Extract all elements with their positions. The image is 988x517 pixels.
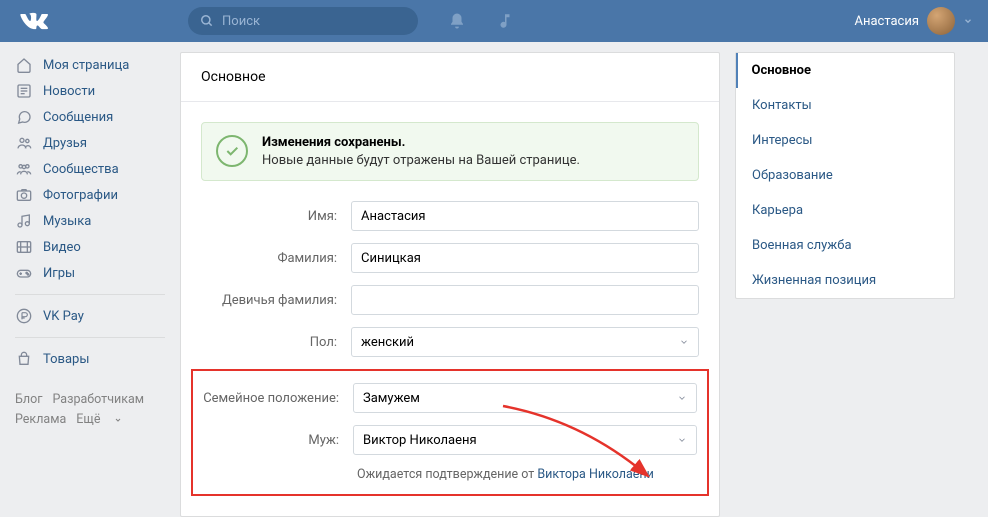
chevron-down-icon xyxy=(963,16,973,26)
label-maiden-name: Девичья фамилия: xyxy=(201,293,351,308)
alert-text: Новые данные будут отражены на Вашей стр… xyxy=(262,153,580,168)
tab-contacts[interactable]: Контакты xyxy=(736,88,954,123)
success-alert: Изменения сохранены. Новые данные будут … xyxy=(201,122,699,181)
pending-confirmation: Ожидается подтверждение от Виктора Никол… xyxy=(193,467,697,482)
input-maiden-name[interactable] xyxy=(351,285,699,315)
select-spouse[interactable]: Виктор Николаеня xyxy=(353,425,697,455)
footer-ads[interactable]: Реклама xyxy=(15,412,66,427)
label-gender: Пол: xyxy=(201,335,351,350)
tab-education[interactable]: Образование xyxy=(736,158,954,193)
settings-panel: Основное Изменения сохранены. Новые данн… xyxy=(180,52,720,517)
tab-career[interactable]: Карьера xyxy=(736,193,954,228)
avatar xyxy=(927,7,955,35)
sidebar-item-vkpay[interactable]: VK Pay xyxy=(15,303,165,329)
music-icon[interactable] xyxy=(496,12,514,30)
highlight-region: Семейное положение: Замужем Муж: Виктор … xyxy=(191,369,709,496)
bell-icon[interactable] xyxy=(448,12,466,30)
bag-icon xyxy=(16,351,32,367)
input-last-name[interactable] xyxy=(351,243,699,273)
settings-tabs: Основное Контакты Интересы Образование К… xyxy=(735,52,955,299)
search-box[interactable] xyxy=(188,7,418,35)
sidebar-footer: Блог Разработчикам Реклама Ещё xyxy=(15,390,165,430)
sidebar-item-games[interactable]: Игры xyxy=(15,260,165,286)
user-menu[interactable]: Анастасия xyxy=(854,7,973,35)
select-relationship[interactable]: Замужем xyxy=(353,383,697,413)
footer-more[interactable]: Ещё xyxy=(76,412,121,427)
friends-icon xyxy=(16,135,32,151)
sidebar-item-music[interactable]: Музыка xyxy=(15,208,165,234)
sidebar-item-photos[interactable]: Фотографии xyxy=(15,182,165,208)
tab-life-position[interactable]: Жизненная позиция xyxy=(736,263,954,298)
tab-military[interactable]: Военная служба xyxy=(736,228,954,263)
search-input[interactable] xyxy=(222,14,406,29)
sidebar-item-my-page[interactable]: Моя страница xyxy=(15,52,165,78)
chevron-down-icon xyxy=(679,337,689,347)
footer-dev[interactable]: Разработчикам xyxy=(52,392,144,407)
alert-title: Изменения сохранены. xyxy=(262,135,580,150)
panel-title: Основное xyxy=(181,53,719,102)
message-icon xyxy=(16,109,32,125)
left-sidebar: Моя страница Новости Сообщения Друзья Со… xyxy=(0,52,165,517)
sidebar-separator xyxy=(15,294,165,295)
gamepad-icon xyxy=(16,265,32,281)
search-icon xyxy=(200,14,214,28)
sidebar-item-friends[interactable]: Друзья xyxy=(15,130,165,156)
ruble-icon xyxy=(16,308,32,324)
note-icon xyxy=(16,213,32,229)
sidebar-item-communities[interactable]: Сообщества xyxy=(15,156,165,182)
sidebar-item-video[interactable]: Видео xyxy=(15,234,165,260)
label-last-name: Фамилия: xyxy=(201,251,351,266)
label-relationship: Семейное положение: xyxy=(193,391,353,406)
footer-blog[interactable]: Блог xyxy=(15,392,42,407)
label-first-name: Имя: xyxy=(201,209,351,224)
sidebar-item-news[interactable]: Новости xyxy=(15,78,165,104)
chevron-down-icon xyxy=(114,416,122,424)
input-first-name[interactable] xyxy=(351,201,699,231)
chevron-down-icon xyxy=(677,393,687,403)
chevron-down-icon xyxy=(677,435,687,445)
pending-name-link[interactable]: Виктора Николаени xyxy=(537,467,653,482)
vk-logo[interactable] xyxy=(20,7,48,35)
camera-icon xyxy=(16,187,32,203)
sidebar-item-messages[interactable]: Сообщения xyxy=(15,104,165,130)
tab-interests[interactable]: Интересы xyxy=(736,123,954,158)
news-icon xyxy=(16,83,32,99)
community-icon xyxy=(16,161,32,177)
select-gender[interactable]: женский xyxy=(351,327,699,357)
label-spouse: Муж: xyxy=(193,433,353,448)
sidebar-item-market[interactable]: Товары xyxy=(15,346,165,372)
home-icon xyxy=(16,57,32,73)
tab-general[interactable]: Основное xyxy=(736,53,954,88)
sidebar-separator xyxy=(15,337,165,338)
username: Анастасия xyxy=(854,14,919,29)
video-icon xyxy=(16,239,32,255)
top-header: Анастасия xyxy=(0,0,988,42)
check-icon xyxy=(216,135,248,167)
